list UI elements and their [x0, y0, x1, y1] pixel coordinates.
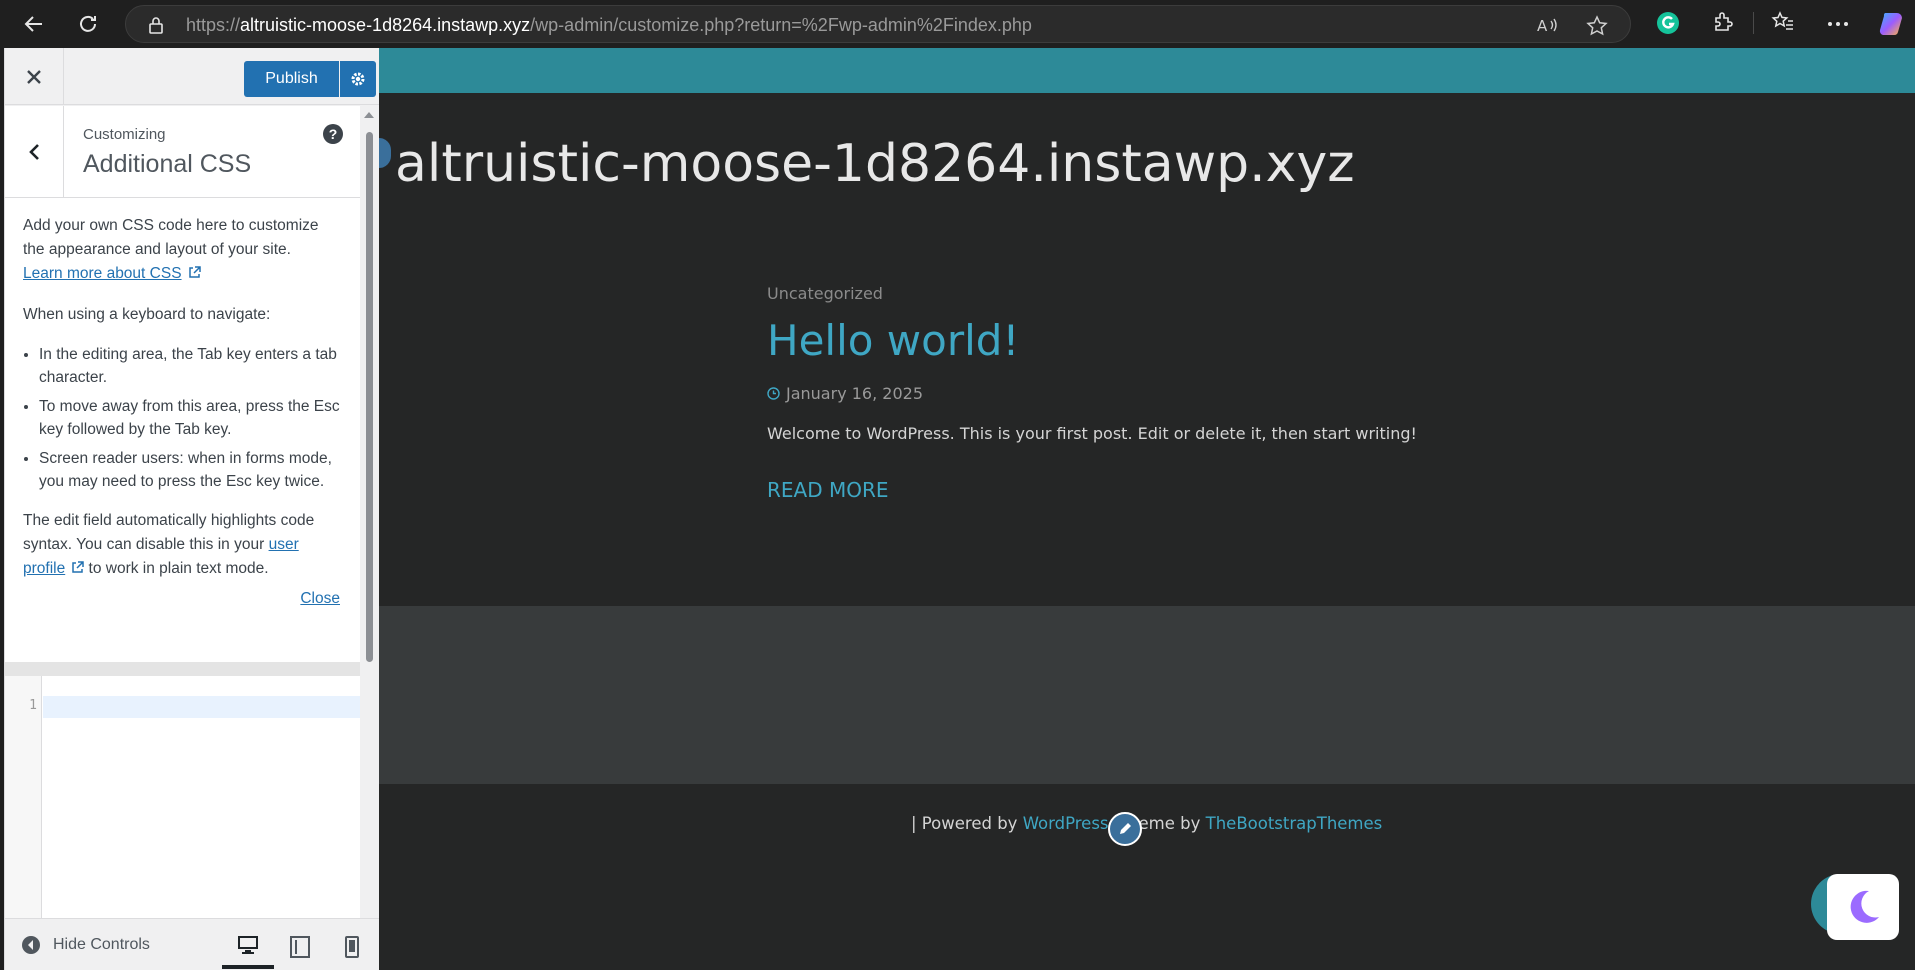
tablet-preview-icon[interactable] — [274, 925, 326, 969]
post-category[interactable]: Uncategorized — [767, 284, 883, 303]
customizer-panel: Publish Customizing Additional CSS ? Add… — [4, 48, 380, 970]
address-bar[interactable]: https://altruistic-moose-1d8264.instawp.… — [125, 5, 1631, 43]
post-excerpt: Welcome to WordPress. This is your first… — [767, 424, 1417, 443]
url-text: https://altruistic-moose-1d8264.instawp.… — [186, 15, 1032, 35]
site-title[interactable]: altruistic-moose-1d8264.instawp.xyz — [395, 134, 1355, 194]
reload-icon[interactable] — [70, 6, 106, 42]
desktop-preview-icon[interactable] — [222, 925, 274, 969]
read-aloud-icon[interactable]: A — [1536, 15, 1558, 40]
wordpress-link[interactable]: WordPress — [1023, 814, 1109, 833]
extensions-icon[interactable] — [1711, 10, 1735, 39]
learn-more-css-link[interactable]: Learn more about CSS — [23, 265, 182, 282]
editor-gutter: 1 — [5, 676, 42, 932]
site-preview[interactable]: altruistic-moose-1d8264.instawp.xyz Unca… — [379, 48, 1915, 970]
customizer-footer: Hide Controls — [5, 918, 380, 970]
lock-icon — [148, 16, 164, 39]
scrollbar-thumb[interactable] — [366, 132, 373, 662]
line-number: 1 — [29, 698, 37, 713]
list-item: In the editing area, the Tab key enters … — [39, 343, 342, 389]
back-button[interactable] — [5, 106, 64, 198]
section-header: Customizing Additional CSS ? — [5, 106, 360, 198]
css-code-editor[interactable]: 1 — [5, 662, 360, 932]
dark-mode-toggle[interactable] — [1827, 874, 1899, 940]
favorite-star-icon[interactable] — [1586, 15, 1608, 42]
site-footer-credits: | Powered by WordPress eme by TheBootstra… — [911, 814, 1383, 833]
editor-active-line[interactable] — [43, 696, 360, 718]
hide-controls-button[interactable]: Hide Controls — [21, 935, 150, 955]
toolbar-divider — [1753, 12, 1754, 34]
keyboard-intro: When using a keyboard to navigate: — [23, 306, 271, 323]
edit-shortcut-icon[interactable] — [379, 138, 391, 168]
browser-toolbar: https://altruistic-moose-1d8264.instawp.… — [0, 0, 1915, 48]
description-intro: Add your own CSS code here to customize … — [23, 214, 342, 287]
collapse-arrow-icon — [22, 936, 40, 954]
publish-button[interactable]: Publish — [244, 61, 339, 97]
header-top-bar — [379, 48, 1915, 93]
list-item: Screen reader users: when in forms mode,… — [39, 447, 342, 493]
syntax-highlight-note: The edit field automatically highlights … — [23, 509, 342, 582]
back-arrow-icon[interactable] — [16, 6, 52, 42]
copilot-icon[interactable] — [1877, 10, 1905, 43]
css-description: Add your own CSS code here to customize … — [5, 198, 360, 708]
read-more-link[interactable]: READ MORE — [767, 478, 889, 502]
customizer-header: Publish — [5, 48, 380, 105]
post-title[interactable]: Hello world! — [767, 316, 1019, 365]
help-icon[interactable]: ? — [323, 124, 343, 144]
customizing-label: Customizing — [83, 126, 166, 143]
keyboard-tips-list: In the editing area, the Tab key enters … — [39, 343, 342, 493]
svg-text:A: A — [1537, 17, 1548, 35]
edit-pencil-icon[interactable] — [1108, 812, 1142, 846]
scroll-up-arrow-icon[interactable] — [362, 110, 376, 120]
close-description-link[interactable]: Close — [300, 587, 340, 611]
close-customizer-button[interactable] — [5, 48, 64, 105]
section-title: Additional CSS — [83, 150, 252, 178]
chevron-left-icon — [29, 144, 39, 160]
more-menu-icon[interactable] — [1826, 14, 1850, 39]
theme-author-link[interactable]: TheBootstrapThemes — [1206, 814, 1383, 833]
list-item: To move away from this area, press the E… — [39, 395, 342, 441]
mobile-preview-icon[interactable] — [326, 925, 378, 969]
favorites-icon[interactable] — [1771, 10, 1795, 39]
post-date: January 16, 2025 — [767, 384, 923, 403]
publish-settings-gear-icon[interactable] — [340, 61, 376, 97]
grammarly-icon[interactable] — [1655, 10, 1681, 41]
moon-icon — [1850, 890, 1879, 923]
external-link-icon — [188, 263, 201, 287]
clock-icon — [767, 387, 780, 400]
footer-widget-area — [379, 606, 1915, 784]
external-link-icon — [71, 558, 84, 582]
